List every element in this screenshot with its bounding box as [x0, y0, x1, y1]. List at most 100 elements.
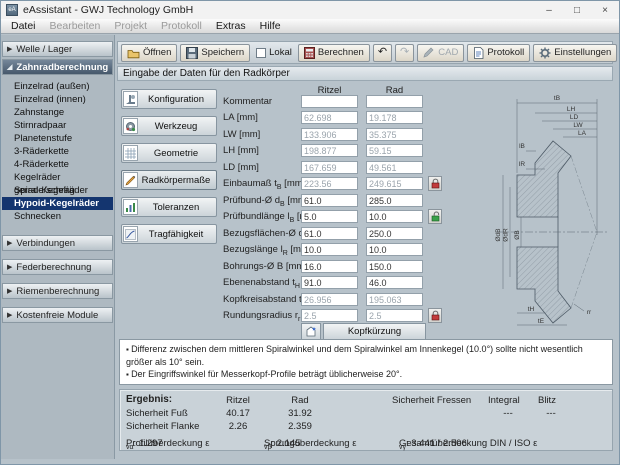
sidebar-item-hypoid-kegelraeder[interactable]: Hypoid-Kegelräder	[2, 197, 113, 210]
lokal-checkbox[interactable]	[256, 48, 266, 58]
sidebar-item-schnecken[interactable]: Schnecken	[1, 210, 114, 223]
sidebar-item-kegelraeder[interactable]: Kegelräder gerade/schräg	[1, 171, 114, 184]
dim-label-rr: rr	[587, 309, 592, 316]
sidebar-group-welle-lager[interactable]: ▶ Welle / Lager	[2, 41, 113, 57]
label-lw: LW [mm]	[223, 128, 260, 145]
dim-label-ob: ØB	[514, 230, 521, 239]
redo-icon: ↷	[400, 47, 409, 58]
sidebar-group-zahnradberechnung[interactable]: ◢ Zahnradberechnung	[2, 59, 113, 75]
open-button[interactable]: Öffnen	[121, 44, 177, 62]
input-ebenenabstand-ritzel[interactable]	[301, 276, 358, 289]
input-pruefbundlaenge-ritzel[interactable]	[301, 210, 358, 223]
chevron-right-icon: ▶	[7, 239, 12, 247]
sidebar-item-4-raederkette[interactable]: 4-Räderkette	[1, 158, 114, 171]
results-panel: Ergebnis: Ritzel Rad Sicherheit Fressen …	[119, 389, 613, 451]
gear-blank-icon	[305, 325, 318, 338]
toolbar: Öffnen Speichern Lokal Berechnen ↶ ↷ CAD…	[117, 41, 613, 64]
geometrie-button[interactable]: Geometrie	[121, 143, 217, 163]
hint-text: Der Eingriffswinkel für Messerkopf-Profi…	[126, 368, 606, 381]
sidebar-item-planetenstufe[interactable]: Planetenstufe	[1, 132, 114, 145]
results-col-blitz: Blitz	[538, 395, 556, 406]
protokoll-button[interactable]: Protokoll	[467, 44, 530, 62]
dim-label-ld: LD	[570, 114, 579, 121]
input-pruefbundlaenge-rad[interactable]	[366, 210, 423, 223]
input-lh-ritzel	[301, 144, 358, 157]
input-kommentar-ritzel[interactable]	[301, 95, 358, 108]
lock-closed-icon-rundungsradius[interactable]	[428, 308, 442, 323]
results-col-rad: Rad	[277, 395, 323, 406]
dim-label-lr: lR	[519, 161, 525, 168]
sidebar-item-zahnstange[interactable]: Zahnstange	[1, 106, 114, 119]
sidebar-group-label: Kostenfreie Module	[16, 310, 98, 321]
sidebar-item-list: Einzelrad (außen) Einzelrad (innen) Zahn…	[1, 77, 114, 227]
input-la-ritzel	[301, 111, 358, 124]
result-value: 2.359	[277, 421, 323, 432]
label-kommentar: Kommentar	[223, 95, 272, 112]
dim-label-th: tH	[528, 306, 535, 313]
sidebar-group-label: Riemenberechnung	[16, 286, 99, 297]
werkzeug-button[interactable]: Werkzeug	[121, 116, 217, 136]
lock-open-icon-pruefbundlaenge[interactable]	[428, 209, 442, 224]
cad-icon	[423, 47, 435, 58]
sidebar-item-einzelrad-innen[interactable]: Einzelrad (innen)	[1, 93, 114, 106]
sidebar-item-einzelrad-aussen[interactable]: Einzelrad (außen)	[1, 80, 114, 93]
label-bezugslaenge-lr: Bezugslänge lR [mm]	[223, 243, 312, 260]
overlap-gesamt: Gesamtüberdeckung DIN / ISO εvγ: 3.441 /…	[399, 438, 406, 451]
input-bezugsflaechen-ritzel[interactable]	[301, 227, 358, 240]
input-pruefbund-ritzel[interactable]	[301, 194, 358, 207]
sidebar-group-kostenfreie-module[interactable]: ▶ Kostenfreie Module	[2, 307, 113, 323]
kopfkuerzung-icon-button[interactable]	[301, 323, 321, 340]
konfiguration-button[interactable]: Konfiguration	[121, 89, 217, 109]
minimize-button[interactable]: –	[535, 1, 563, 19]
menu-datei[interactable]: Datei	[4, 20, 43, 32]
input-ld-rad	[366, 161, 423, 174]
input-bohrungs-ritzel[interactable]	[301, 260, 358, 273]
dim-label-te: tE	[538, 318, 545, 325]
overlap-sprung: Sprungüberdeckung εvβ: 2.145	[264, 438, 272, 451]
input-bezugslaenge-ritzel[interactable]	[301, 243, 358, 256]
toleranzen-button[interactable]: Toleranzen	[121, 197, 217, 217]
sidebar: ▶ Welle / Lager ◢ Zahnradberechnung Einz…	[1, 35, 115, 459]
sidebar-item-spiral-kegelraeder[interactable]: Spiral-Kegelräder	[1, 184, 114, 197]
calculate-button[interactable]: Berechnen	[298, 44, 370, 62]
menu-extras[interactable]: Extras	[209, 20, 253, 32]
input-pruefbund-rad[interactable]	[366, 194, 423, 207]
radkoerpermasse-button[interactable]: Radkörpermaße	[121, 170, 217, 190]
sidebar-group-riemenberechnung[interactable]: ▶ Riemenberechnung	[2, 283, 113, 299]
lock-closed-icon-einbaumass[interactable]	[428, 176, 442, 191]
menu-hilfe[interactable]: Hilfe	[253, 20, 288, 32]
results-col-fressen: Sicherheit Fressen	[392, 395, 471, 406]
result-label: Sicherheit Fuß	[126, 408, 188, 419]
input-lw-ritzel	[301, 128, 358, 141]
werkzeug-label: Werkzeug	[138, 121, 216, 132]
result-value: 40.17	[215, 408, 261, 419]
kopfkuerzung-button[interactable]: Kopfkürzung	[323, 323, 426, 340]
dim-label-lb: lB	[519, 143, 525, 150]
label-lh: LH [mm]	[223, 144, 259, 161]
geometrie-label: Geometrie	[138, 148, 216, 159]
input-bezugslaenge-rad[interactable]	[366, 243, 423, 256]
tragfaehigkeit-button[interactable]: Tragfähigkeit	[121, 224, 217, 244]
save-icon	[186, 47, 198, 59]
chevron-right-icon: ▶	[7, 45, 12, 53]
input-bohrungs-rad[interactable]	[366, 260, 423, 273]
toleranzen-icon	[123, 199, 138, 215]
berechnen-label: Berechnen	[318, 47, 364, 58]
settings-button[interactable]: Einstellungen	[533, 44, 617, 62]
menu-bearbeiten: Bearbeiten	[43, 20, 108, 32]
folder-icon	[127, 47, 140, 59]
maximize-button[interactable]: □	[563, 1, 591, 19]
input-kommentar-rad[interactable]	[366, 95, 423, 108]
sidebar-item-3-raederkette[interactable]: 3-Räderkette	[1, 145, 114, 158]
save-button[interactable]: Speichern	[180, 44, 250, 62]
input-ebenenabstand-rad[interactable]	[366, 276, 423, 289]
sidebar-item-stirnradpaar[interactable]: Stirnradpaar	[1, 119, 114, 132]
input-bezugsflaechen-rad[interactable]	[366, 227, 423, 240]
undo-button[interactable]: ↶	[373, 44, 392, 62]
save-label: Speichern	[201, 47, 244, 58]
sidebar-group-federberechnung[interactable]: ▶ Federberechnung	[2, 259, 113, 275]
sidebar-group-verbindungen[interactable]: ▶ Verbindungen	[2, 235, 113, 251]
close-button[interactable]: ×	[591, 1, 619, 19]
geometrie-icon	[123, 145, 138, 161]
lokal-label: Lokal	[269, 47, 292, 58]
